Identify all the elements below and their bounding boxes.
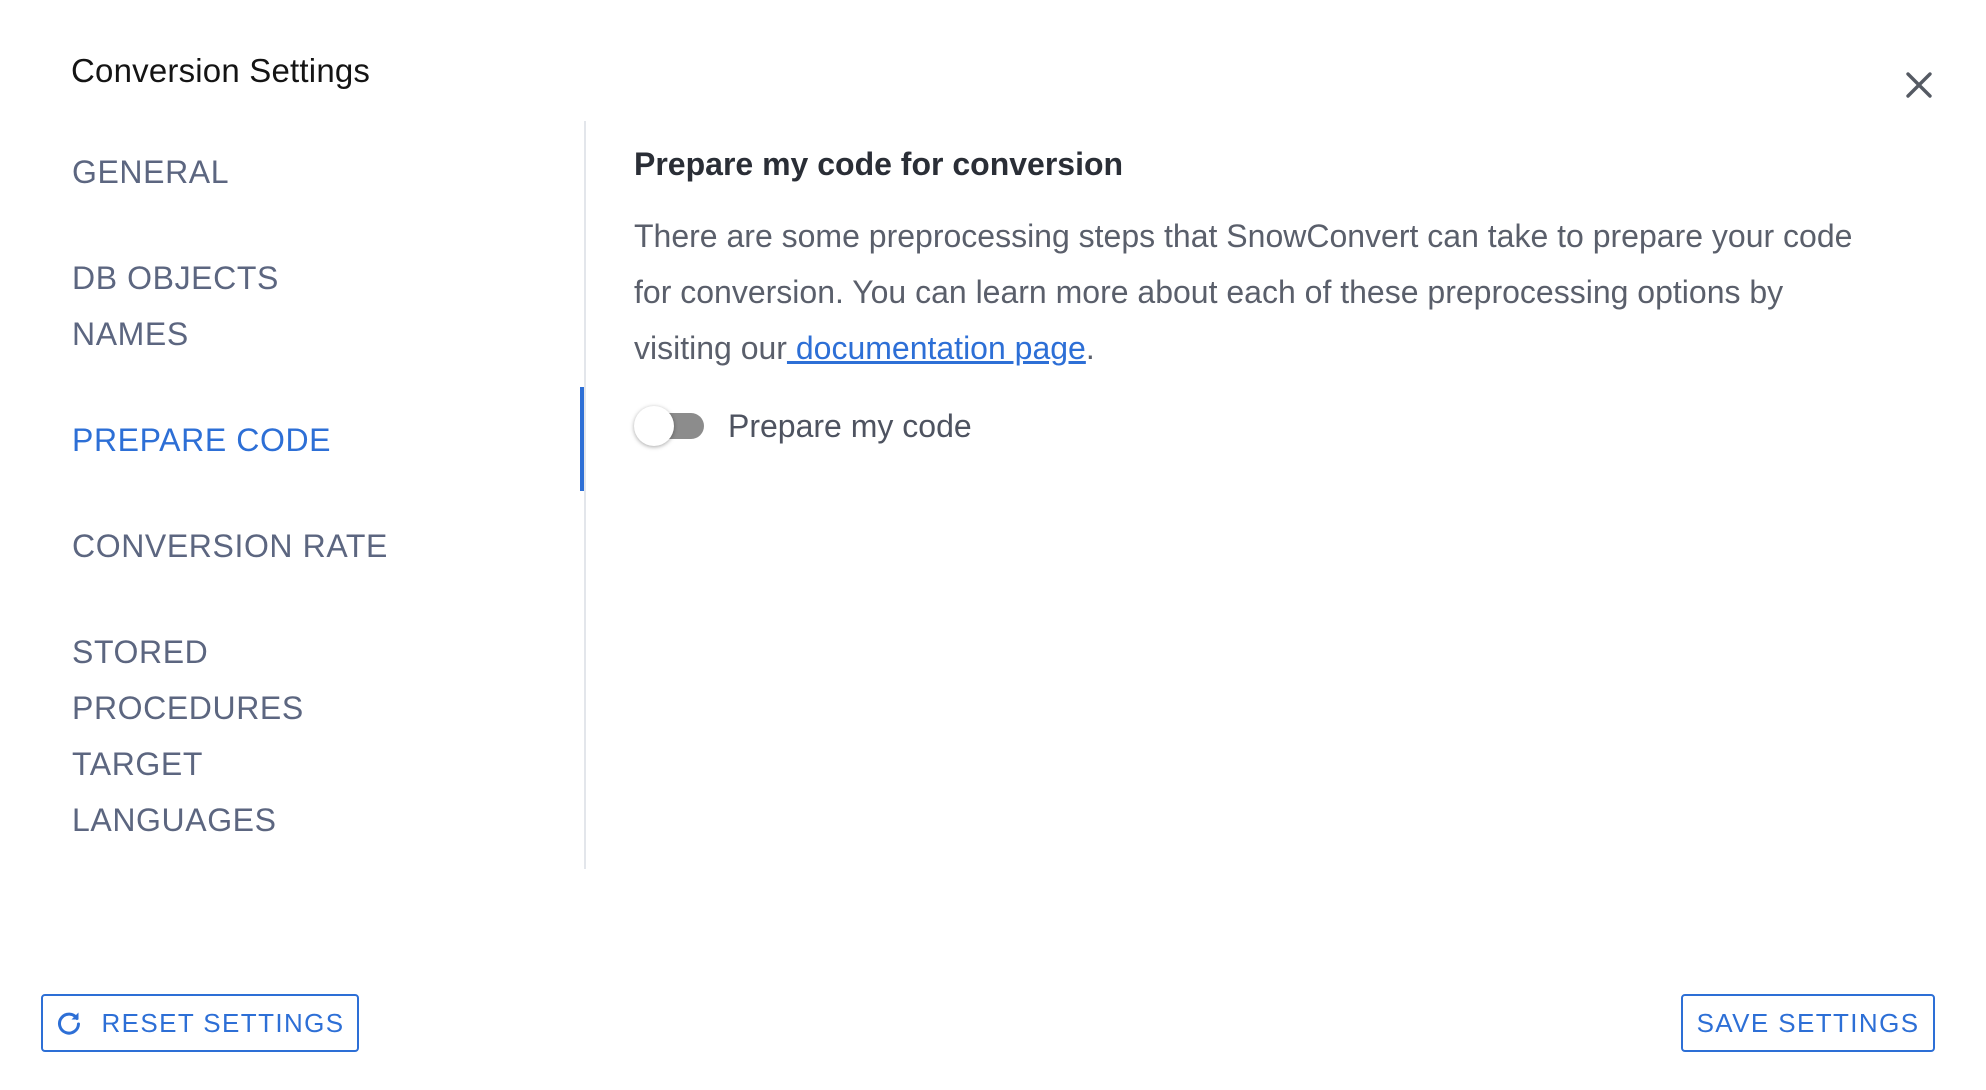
reset-settings-label: RESET SETTINGS	[101, 1007, 345, 1038]
close-icon	[1906, 72, 1932, 98]
sidebar-item-label: NAMES	[72, 316, 189, 352]
reset-settings-button[interactable]: RESET SETTINGS	[41, 994, 359, 1052]
save-settings-button[interactable]: SAVE SETTINGS	[1681, 994, 1935, 1052]
save-settings-label: SAVE SETTINGS	[1696, 1007, 1920, 1038]
sidebar-item-label: PREPARE CODE	[72, 422, 332, 458]
active-tab-indicator	[580, 387, 584, 491]
prepare-code-toggle[interactable]	[634, 406, 708, 446]
sidebar-item-prepare-code[interactable]: PREPARE CODE	[72, 412, 331, 468]
prepare-code-panel: Prepare my code for conversion There are…	[634, 140, 1874, 450]
toggle-knob	[634, 406, 674, 446]
section-title: Prepare my code for conversion	[634, 146, 1124, 182]
sidebar-item-label: STORED	[72, 634, 209, 670]
sidebar-item-label: LANGUAGES	[72, 802, 277, 838]
dialog-title: Conversion Settings	[71, 52, 371, 89]
sidebar-item-stored-procedures-target-languages[interactable]: STORED PROCEDURES TARGET LANGUAGES	[72, 624, 304, 848]
description-end: .	[1085, 330, 1095, 366]
sidebar-item-db-objects-names[interactable]: DB OBJECTS NAMES	[72, 250, 279, 362]
refresh-icon	[58, 1012, 81, 1035]
section-description: There are some preprocessing steps that …	[634, 208, 1864, 376]
sidebar-item-label: DB OBJECTS	[72, 260, 279, 296]
sidebar-item-label: GENERAL	[72, 154, 230, 190]
documentation-link[interactable]: documentation page	[787, 330, 1086, 366]
sidebar-divider	[584, 121, 586, 869]
sidebar-item-conversion-rate[interactable]: CONVERSION RATE	[72, 518, 388, 574]
toggle-label: Prepare my code	[728, 407, 972, 444]
close-button[interactable]	[1900, 66, 1938, 104]
sidebar-item-general[interactable]: GENERAL	[72, 144, 229, 200]
sidebar-item-label: CONVERSION RATE	[72, 528, 388, 564]
sidebar-item-label: PROCEDURES	[72, 690, 304, 726]
conversion-settings-dialog: Conversion Settings GENERAL DB OBJECTS N…	[0, 0, 1986, 1090]
sidebar-item-label: TARGET	[72, 746, 204, 782]
prepare-code-toggle-row: Prepare my code	[634, 402, 1874, 450]
